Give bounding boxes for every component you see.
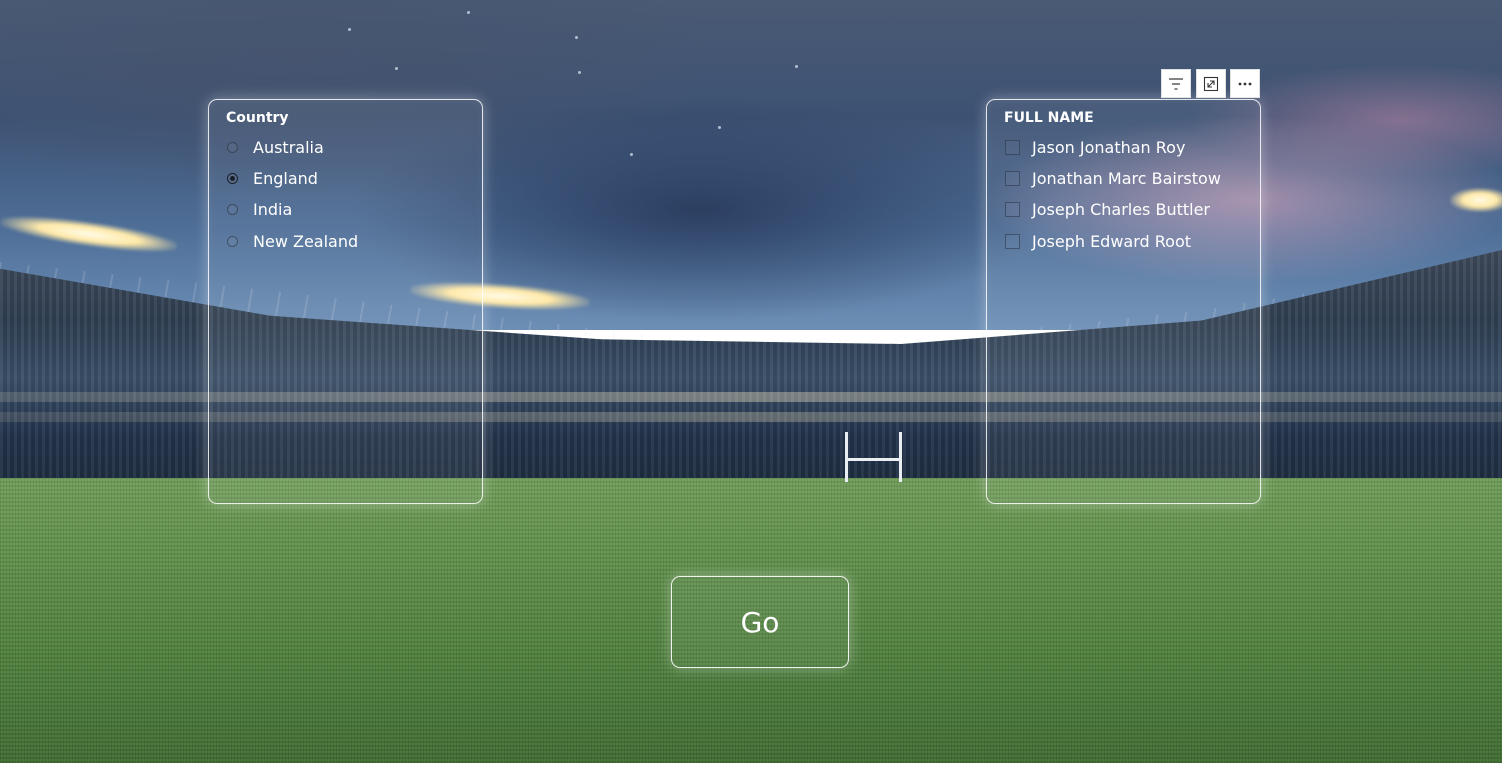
checkbox[interactable] — [1005, 139, 1020, 155]
country-slicer: Country Australia England India New Zeal… — [208, 99, 483, 504]
radio-button-selected[interactable] — [227, 172, 238, 184]
name-option-label: Jason Jonathan Roy — [1032, 137, 1186, 157]
star — [395, 67, 398, 70]
star — [718, 126, 721, 129]
full-name-slicer-title: FULL NAME — [1004, 110, 1094, 126]
checkbox[interactable] — [1005, 170, 1020, 186]
radio-button[interactable] — [227, 141, 238, 153]
country-option-label: England — [253, 168, 318, 188]
country-option-new-zealand[interactable]: New Zealand — [227, 230, 358, 252]
go-button-label: Go — [740, 605, 780, 639]
name-option-joseph-root[interactable]: Joseph Edward Root — [1005, 230, 1191, 252]
country-option-label: India — [253, 199, 293, 219]
name-option-joseph-buttler[interactable]: Joseph Charles Buttler — [1005, 198, 1210, 220]
radio-button[interactable] — [227, 235, 238, 247]
country-option-label: New Zealand — [253, 231, 359, 251]
floodlight — [1450, 188, 1502, 212]
go-button[interactable]: Go — [671, 576, 849, 668]
star — [467, 11, 470, 14]
goalpost-crossbar — [845, 458, 902, 461]
star — [575, 36, 578, 39]
star — [795, 65, 798, 68]
name-option-label: Jonathan Marc Bairstow — [1032, 168, 1221, 188]
country-option-england[interactable]: England — [227, 167, 318, 189]
star — [578, 71, 581, 74]
more-options-icon[interactable] — [1230, 69, 1260, 98]
filter-icon[interactable] — [1161, 69, 1191, 98]
goalpost — [845, 432, 848, 482]
name-option-jonathan-bairstow[interactable]: Jonathan Marc Bairstow — [1005, 167, 1221, 189]
country-slicer-title: Country — [226, 110, 289, 126]
checkbox[interactable] — [1005, 201, 1020, 217]
goalpost — [899, 432, 902, 482]
focus-mode-icon[interactable] — [1196, 69, 1226, 98]
name-option-jason-roy[interactable]: Jason Jonathan Roy — [1005, 136, 1185, 158]
country-option-india[interactable]: India — [227, 198, 292, 220]
radio-button[interactable] — [227, 203, 238, 215]
country-option-label: Australia — [253, 137, 324, 157]
star — [630, 153, 633, 156]
name-option-label: Joseph Charles Buttler — [1032, 199, 1211, 219]
checkbox[interactable] — [1005, 233, 1020, 249]
star — [348, 28, 351, 31]
country-option-australia[interactable]: Australia — [227, 136, 324, 158]
name-option-label: Joseph Edward Root — [1032, 231, 1192, 251]
full-name-slicer: FULL NAME Jason Jonathan Roy Jonathan Ma… — [986, 99, 1261, 504]
